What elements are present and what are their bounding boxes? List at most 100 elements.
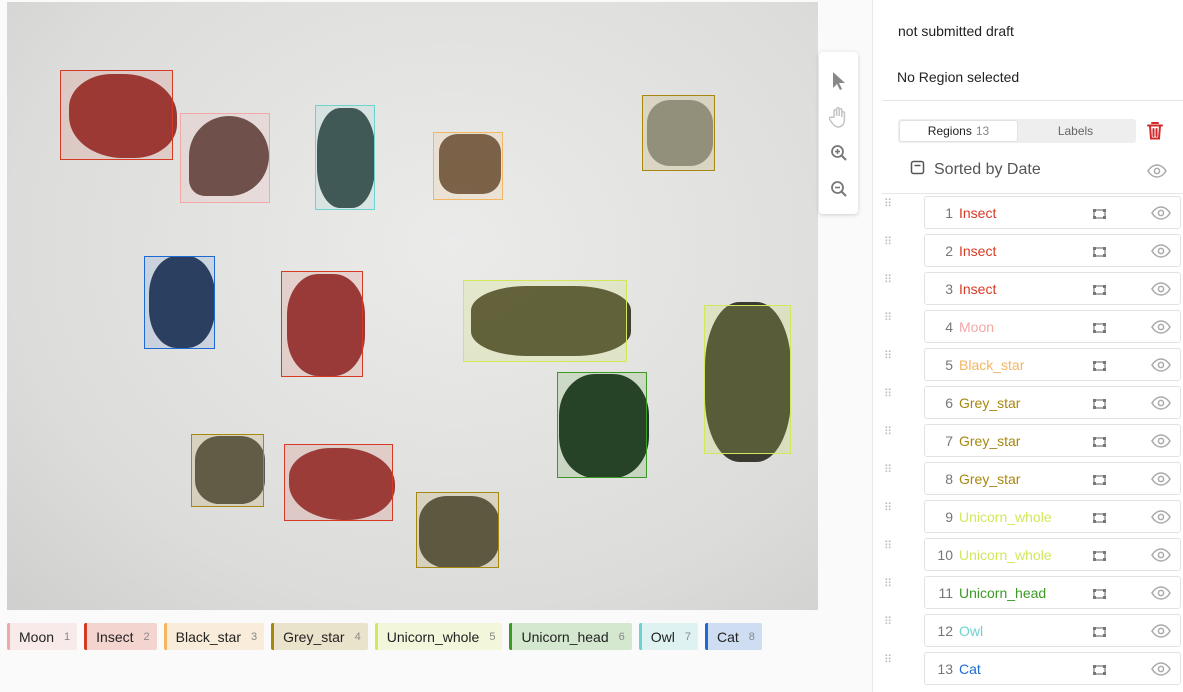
eye-icon[interactable] <box>1151 396 1171 415</box>
region-row: ⠿ 5 Black_star <box>873 347 1183 385</box>
sort-label: Sorted by Date <box>934 161 1041 178</box>
region-item[interactable]: 6 Grey_star <box>924 386 1181 419</box>
eye-icon[interactable] <box>1151 548 1171 567</box>
drag-handle-icon[interactable]: ⠿ <box>884 579 892 590</box>
region-box-unicorn-whole[interactable] <box>463 280 627 362</box>
sort-toggle[interactable]: Sorted by Date <box>910 160 1041 180</box>
tab-regions[interactable]: Regions 13 <box>900 121 1017 141</box>
region-box-grey-star[interactable] <box>416 492 499 568</box>
region-index: 4 <box>945 318 953 335</box>
label-chip-owl[interactable]: Owl 7 <box>638 623 698 650</box>
region-item[interactable]: 12 Owl <box>924 614 1181 647</box>
eye-icon[interactable] <box>1147 164 1167 183</box>
eye-icon[interactable] <box>1151 320 1171 339</box>
region-item[interactable]: 11 Unicorn_head <box>924 576 1181 609</box>
panel-tabs: Regions 13 Labels <box>898 119 1136 143</box>
rectangle-region-icon <box>1093 397 1107 415</box>
region-row: ⠿ 3 Insect <box>873 271 1183 309</box>
region-item[interactable]: 3 Insect <box>924 272 1181 305</box>
drag-handle-icon[interactable]: ⠿ <box>884 655 892 666</box>
region-index: 3 <box>945 280 953 297</box>
label-chip-hotkey: 6 <box>618 630 625 643</box>
region-label: Insect <box>959 280 997 297</box>
region-row: ⠿ 2 Insect <box>873 233 1183 271</box>
region-box-grey-star[interactable] <box>642 95 715 171</box>
drag-handle-icon[interactable]: ⠿ <box>884 275 892 286</box>
region-item[interactable]: 7 Grey_star <box>924 424 1181 457</box>
region-item[interactable]: 5 Black_star <box>924 348 1181 381</box>
drag-handle-icon[interactable]: ⠿ <box>884 617 892 628</box>
drag-handle-icon[interactable]: ⠿ <box>884 503 892 514</box>
label-chip-black-star[interactable]: Black_star 3 <box>163 623 265 650</box>
region-box-cat[interactable] <box>144 256 215 349</box>
region-box-insect[interactable] <box>281 271 363 377</box>
rectangle-region-icon <box>1093 473 1107 491</box>
label-chip-hotkey: 2 <box>143 630 150 643</box>
rectangle-region-icon <box>1093 587 1107 605</box>
zoom-in-icon[interactable] <box>828 142 850 164</box>
eye-icon[interactable] <box>1151 662 1171 681</box>
drag-handle-icon[interactable]: ⠿ <box>884 541 892 552</box>
drag-handle-icon[interactable]: ⠿ <box>884 237 892 248</box>
label-chip-insect[interactable]: Insect 2 <box>84 623 157 650</box>
region-index: 7 <box>945 432 953 449</box>
eye-icon[interactable] <box>1151 624 1171 643</box>
region-box-unicorn-whole[interactable] <box>704 305 791 454</box>
eye-icon[interactable] <box>1151 586 1171 605</box>
region-index: 6 <box>945 394 953 411</box>
label-chip-grey-star[interactable]: Grey_star 4 <box>271 623 368 650</box>
eye-icon[interactable] <box>1151 358 1171 377</box>
label-chip-hotkey: 5 <box>489 630 496 643</box>
label-chip-unicorn-whole[interactable]: Unicorn_whole 5 <box>374 623 503 650</box>
eye-icon[interactable] <box>1151 510 1171 529</box>
zoom-out-icon[interactable] <box>828 178 850 200</box>
rectangle-region-icon <box>1093 549 1107 567</box>
eye-icon[interactable] <box>1151 206 1171 225</box>
region-box-black-star[interactable] <box>433 132 503 200</box>
trash-icon[interactable] <box>1146 121 1164 141</box>
region-row: ⠿ 1 Insect <box>873 195 1183 233</box>
region-index: 10 <box>937 546 953 563</box>
region-item[interactable]: 13 Cat <box>924 652 1181 685</box>
region-label: Grey_star <box>959 394 1021 411</box>
region-box-unicorn-head[interactable] <box>557 372 647 478</box>
region-item[interactable]: 4 Moon <box>924 310 1181 343</box>
eye-icon[interactable] <box>1151 472 1171 491</box>
label-chip-cat[interactable]: Cat 8 <box>705 623 762 650</box>
region-label: Owl <box>959 622 984 639</box>
region-box-grey-star[interactable] <box>191 434 264 507</box>
label-chip-name: Black_star <box>175 628 241 645</box>
drag-handle-icon[interactable]: ⠿ <box>884 199 892 210</box>
label-chip-moon[interactable]: Moon 1 <box>7 623 78 650</box>
region-item[interactable]: 1 Insect <box>924 196 1181 229</box>
eye-icon[interactable] <box>1151 244 1171 263</box>
eye-icon[interactable] <box>1151 282 1171 301</box>
label-chip-unicorn-head[interactable]: Unicorn_head 6 <box>509 623 632 650</box>
region-item[interactable]: 10 Unicorn_whole <box>924 538 1181 571</box>
hand-pan-icon[interactable] <box>828 106 850 128</box>
rectangle-region-icon <box>1093 435 1107 453</box>
region-item[interactable]: 2 Insect <box>924 234 1181 267</box>
region-box-insect[interactable] <box>60 70 173 160</box>
cursor-arrow-icon[interactable] <box>828 70 850 92</box>
region-box-insect[interactable] <box>284 444 393 521</box>
regions-list: ⠿ 1 Insect ⠿ 2 Insect ⠿ 3 Insect ⠿ 4 Moon ⠿ 5 Black_st… <box>873 195 1183 689</box>
region-box-owl[interactable] <box>315 105 375 210</box>
eye-icon[interactable] <box>1151 434 1171 453</box>
region-item[interactable]: 9 Unicorn_whole <box>924 500 1181 533</box>
drag-handle-icon[interactable]: ⠿ <box>884 427 892 438</box>
region-item[interactable]: 8 Grey_star <box>924 462 1181 495</box>
drag-handle-icon[interactable]: ⠿ <box>884 313 892 324</box>
rectangle-region-icon <box>1093 511 1107 529</box>
region-index: 1 <box>945 204 953 221</box>
drag-handle-icon[interactable]: ⠿ <box>884 465 892 476</box>
label-chip-name: Cat <box>717 628 739 645</box>
image-canvas[interactable] <box>7 2 818 610</box>
tab-labels-label: Labels <box>1057 124 1094 138</box>
region-label: Black_star <box>959 356 1025 373</box>
tab-labels[interactable]: Labels <box>1017 121 1134 141</box>
drag-handle-icon[interactable]: ⠿ <box>884 389 892 400</box>
label-chip-hotkey: 7 <box>684 630 691 643</box>
region-box-moon[interactable] <box>180 113 270 203</box>
drag-handle-icon[interactable]: ⠿ <box>884 351 892 362</box>
